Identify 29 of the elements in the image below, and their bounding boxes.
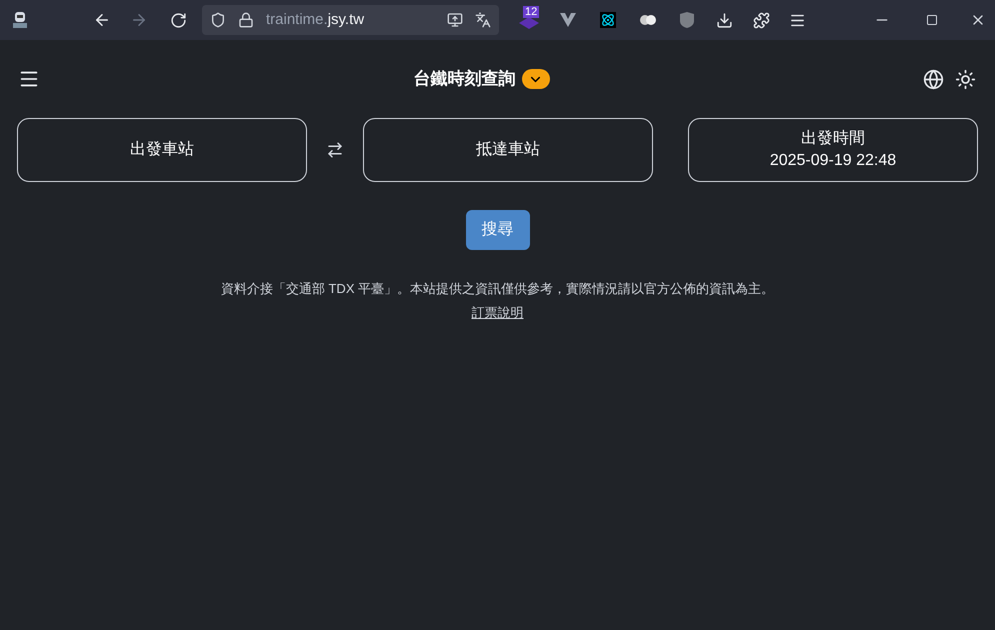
reload-icon[interactable]: [170, 12, 187, 28]
maximize-icon[interactable]: [926, 14, 938, 26]
swap-icon[interactable]: [326, 141, 344, 159]
download-icon[interactable]: [716, 12, 733, 28]
search-button[interactable]: 搜尋: [466, 210, 530, 250]
v-icon[interactable]: [560, 13, 576, 27]
station-field[interactable]: 出發車站: [17, 118, 307, 182]
station-field[interactable]: 抵達車站: [363, 118, 653, 182]
screen-icon[interactable]: [447, 12, 463, 28]
puzzle-icon[interactable]: [753, 12, 770, 28]
theme-icon[interactable]: [955, 68, 976, 90]
robot-icon[interactable]: [12, 11, 28, 29]
shield-badge-icon[interactable]: [680, 12, 694, 28]
atom-glyph-icon: [601, 13, 615, 27]
page-title: 台鐵時刻查詢: [414, 68, 516, 90]
time-field[interactable]: 出發時間 2025-09-19 22:48: [688, 118, 978, 182]
shield-icon[interactable]: [210, 12, 226, 28]
address-bar[interactable]: traintime.jsy.tw: [202, 5, 499, 35]
globe-icon[interactable]: [923, 68, 944, 90]
back-icon[interactable]: [93, 11, 111, 29]
ticket-link[interactable]: 訂票說明: [472, 302, 524, 322]
dropdown-toggle[interactable]: [522, 69, 550, 89]
notice-text: 資料介接「交通部 TDX 平臺」。本站提供之資訊僅供參考，實際情況請以官方公佈的資訊為主。: [220, 280, 774, 298]
url-text: traintime.jsy.tw: [266, 10, 364, 30]
count-badge: 12: [523, 6, 540, 18]
atom-icon[interactable]: [600, 12, 616, 28]
translate-icon[interactable]: [475, 12, 491, 28]
blob-icon[interactable]: [640, 13, 656, 27]
lock-icon: [238, 12, 254, 28]
